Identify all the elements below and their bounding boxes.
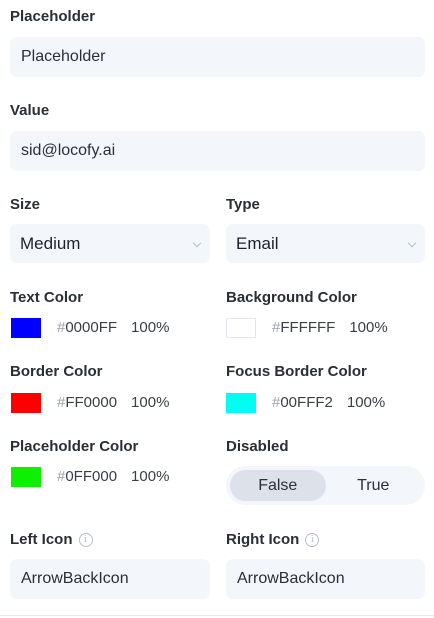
background-color-swatch[interactable] bbox=[226, 318, 256, 338]
disabled-option-false[interactable]: False bbox=[230, 470, 326, 501]
right-icon-input[interactable]: ArrowBackIcon bbox=[226, 559, 425, 599]
type-select[interactable]: Email bbox=[226, 224, 425, 263]
value-label: Value bbox=[10, 102, 50, 119]
type-label: Type bbox=[226, 196, 260, 213]
border-color-swatch[interactable] bbox=[11, 393, 41, 413]
size-select[interactable]: Medium bbox=[10, 224, 210, 263]
placeholder-color-swatch[interactable] bbox=[11, 467, 41, 487]
left-icon-label: Left Icon i bbox=[10, 531, 93, 548]
text-color-label: Text Color bbox=[10, 289, 84, 306]
placeholder-color-label: Placeholder Color bbox=[10, 438, 139, 455]
disabled-option-true[interactable]: True bbox=[326, 470, 422, 501]
placeholder-color-value[interactable]: #0FF000 100% bbox=[57, 468, 169, 485]
placeholder-input[interactable]: Placeholder bbox=[10, 37, 425, 77]
background-color-value[interactable]: #FFFFFF 100% bbox=[272, 319, 388, 336]
chevron-down-icon bbox=[407, 238, 417, 247]
border-color-label: Border Color bbox=[10, 363, 103, 380]
info-icon[interactable]: i bbox=[305, 532, 320, 547]
right-icon-label: Right Icon i bbox=[226, 531, 320, 548]
text-color-value[interactable]: #0000FF 100% bbox=[57, 319, 169, 336]
info-icon[interactable]: i bbox=[78, 532, 93, 547]
focus-border-color-value[interactable]: #00FFF2 100% bbox=[272, 394, 385, 411]
placeholder-label: Placeholder bbox=[10, 8, 96, 25]
text-color-swatch[interactable] bbox=[11, 318, 41, 338]
size-label: Size bbox=[10, 196, 41, 213]
border-color-value[interactable]: #FF0000 100% bbox=[57, 394, 169, 411]
focus-border-color-swatch[interactable] bbox=[226, 393, 256, 413]
focus-border-color-label: Focus Border Color bbox=[226, 363, 367, 380]
left-icon-input[interactable]: ArrowBackIcon bbox=[10, 559, 210, 599]
disabled-toggle[interactable]: False True bbox=[226, 466, 425, 505]
divider bbox=[0, 615, 434, 616]
disabled-label: Disabled bbox=[226, 438, 289, 455]
background-color-label: Background Color bbox=[226, 289, 357, 306]
value-input[interactable]: sid@locofy.ai bbox=[10, 131, 425, 171]
chevron-down-icon bbox=[192, 238, 202, 247]
